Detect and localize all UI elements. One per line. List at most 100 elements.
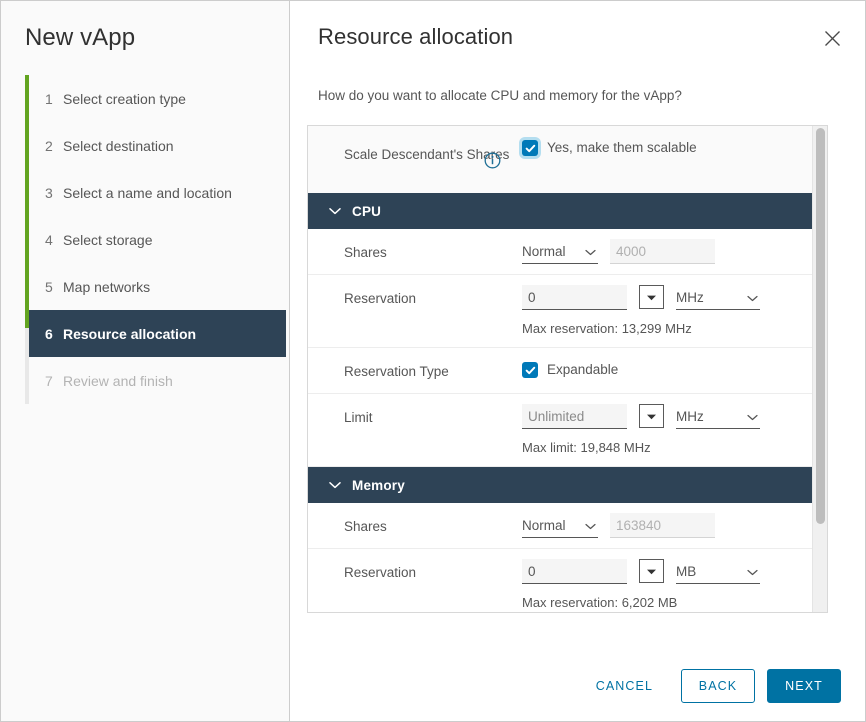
step-5-label: Map networks xyxy=(63,278,151,295)
cpu-reservation-input[interactable] xyxy=(522,285,627,310)
cpu-expandable-checkbox-label: Expandable xyxy=(547,362,619,377)
next-button[interactable]: NEXT xyxy=(767,669,841,703)
sidebar-step-6-resource-allocation[interactable]: 6 Resource allocation xyxy=(29,310,286,357)
back-button[interactable]: BACK xyxy=(681,669,755,703)
step-1-number: 1 xyxy=(45,90,53,107)
step-4-number: 4 xyxy=(45,231,53,248)
cpu-reservation-hint: Max reservation: 13,299 MHz xyxy=(522,321,692,336)
cpu-limit-hint: Max limit: 19,848 MHz xyxy=(522,440,651,455)
memory-shares-level-value: Normal xyxy=(522,517,566,533)
chevron-down-icon xyxy=(747,564,758,579)
form-scrollbar-thumb[interactable] xyxy=(816,128,825,524)
cpu-shares-field: Normal xyxy=(522,229,827,274)
row-memory-reservation: Reservation 0 MB Max reservation: 6,202 … xyxy=(308,549,827,612)
content-header: Resource allocation xyxy=(290,1,865,73)
cpu-shares-amount-input xyxy=(610,239,715,264)
wizard-steps: 1 Select creation type 2 Select destinat… xyxy=(1,75,289,404)
close-icon[interactable] xyxy=(819,25,845,51)
section-title-cpu: CPU xyxy=(352,203,382,219)
caret-down-icon xyxy=(646,407,657,425)
resource-allocation-card-wrap: Scale Descendant's Shares Yes, make them… xyxy=(307,125,837,613)
cpu-reservation-label: Reservation xyxy=(344,291,417,306)
sidebar-step-2[interactable]: 2 Select destination xyxy=(25,122,289,169)
cpu-limit-stepper[interactable] xyxy=(639,404,664,428)
sidebar-step-1[interactable]: 1 Select creation type xyxy=(25,75,289,122)
page-title: Resource allocation xyxy=(318,24,514,49)
sidebar-step-7: 7 Review and finish xyxy=(25,357,289,404)
row-cpu-reservation: Reservation 0 MHz Max reservation: 13,29… xyxy=(308,275,827,348)
chevron-down-icon xyxy=(747,409,758,424)
memory-reservation-input[interactable] xyxy=(522,559,627,584)
wizard-content: Resource allocation How do you want to a… xyxy=(290,1,865,721)
cpu-limit-label: Limit xyxy=(344,410,373,425)
wizard-sidebar: New vApp 1 Select creation type 2 Select… xyxy=(1,1,290,721)
step-3-number: 3 xyxy=(45,184,53,201)
memory-reservation-label: Reservation xyxy=(344,565,417,580)
step-1-label: Select creation type xyxy=(63,90,186,107)
row-scale-descendants-shares: Scale Descendant's Shares Yes, make them… xyxy=(308,126,827,193)
checkbox-checked-icon xyxy=(522,140,538,156)
cpu-expandable-checkbox[interactable]: Expandable xyxy=(522,361,827,379)
chevron-down-icon xyxy=(585,244,596,259)
memory-shares-label: Shares xyxy=(344,519,387,534)
step-2-label: Select destination xyxy=(63,137,174,154)
cpu-shares-level-select[interactable]: Normal xyxy=(522,239,598,264)
resource-allocation-card: Scale Descendant's Shares Yes, make them… xyxy=(307,125,828,613)
info-icon[interactable] xyxy=(484,152,501,169)
cpu-reservation-unit-value: MHz xyxy=(676,289,704,305)
section-title-memory: Memory xyxy=(352,477,405,493)
cpu-limit-unit-select[interactable]: MHz xyxy=(676,404,760,429)
memory-reservation-field: MB Max reservation: 6,202 MB xyxy=(522,549,827,612)
scale-descendants-shares-field: Yes, make them scalable xyxy=(522,126,827,167)
chevron-down-icon xyxy=(326,207,344,215)
cpu-limit-field: MHz Max limit: 19,848 MHz xyxy=(522,394,827,466)
memory-shares-level-select[interactable]: Normal xyxy=(522,513,598,538)
step-7-label: Review and finish xyxy=(63,372,173,389)
cpu-reservation-field: MHz Max reservation: 13,299 MHz xyxy=(522,275,827,347)
cpu-limit-input[interactable] xyxy=(522,404,627,429)
section-header-cpu[interactable]: CPU xyxy=(308,193,827,229)
caret-down-icon xyxy=(646,562,657,580)
wizard-footer: CANCEL BACK NEXT xyxy=(579,651,865,721)
step-6-label: Resource allocation xyxy=(63,325,197,342)
memory-shares-amount-input xyxy=(610,513,715,538)
caret-down-icon xyxy=(646,288,657,306)
memory-reservation-stepper[interactable] xyxy=(639,559,664,583)
memory-reservation-unit-value: MB xyxy=(676,563,697,579)
step-6-number: 6 xyxy=(45,325,53,342)
chevron-down-icon xyxy=(585,518,596,533)
row-cpu-reservation-type: Reservation Type Expandable xyxy=(308,348,827,394)
cancel-button[interactable]: CANCEL xyxy=(580,669,669,703)
chevron-down-icon xyxy=(747,290,758,305)
intro-text: How do you want to allocate CPU and memo… xyxy=(318,88,682,103)
scale-descendants-shares-checkbox-label: Yes, make them scalable xyxy=(547,140,697,155)
cpu-reservation-unit-select[interactable]: MHz xyxy=(676,285,760,310)
new-vapp-wizard: New vApp 1 Select creation type 2 Select… xyxy=(0,0,866,722)
wizard-title: New vApp xyxy=(25,24,136,51)
form-scrollbar-track[interactable] xyxy=(812,126,827,612)
cpu-limit-unit-value: MHz xyxy=(676,408,704,424)
row-memory-shares: Shares Normal xyxy=(308,503,827,549)
row-cpu-limit: Limit Unlimited MHz Max limit: 19,848 MH… xyxy=(308,394,827,467)
sidebar-step-4[interactable]: 4 Select storage xyxy=(25,216,289,263)
step-2-number: 2 xyxy=(45,137,53,154)
cpu-reservation-type-field: Expandable xyxy=(522,348,827,389)
step-4-label: Select storage xyxy=(63,231,153,248)
cpu-reservation-stepper[interactable] xyxy=(639,285,664,309)
step-5-number: 5 xyxy=(45,278,53,295)
memory-reservation-unit-select[interactable]: MB xyxy=(676,559,760,584)
checkbox-checked-icon xyxy=(522,362,538,378)
cpu-shares-label: Shares xyxy=(344,245,387,260)
step-3-label: Select a name and location xyxy=(63,184,232,201)
memory-reservation-hint: Max reservation: 6,202 MB xyxy=(522,595,678,610)
scale-descendants-shares-checkbox[interactable]: Yes, make them scalable xyxy=(522,139,827,157)
sidebar-step-5[interactable]: 5 Map networks xyxy=(25,263,289,310)
memory-shares-field: Normal xyxy=(522,503,827,548)
cpu-reservation-type-label: Reservation Type xyxy=(344,364,449,379)
cpu-shares-level-value: Normal xyxy=(522,243,566,259)
row-cpu-shares: Shares Normal xyxy=(308,229,827,275)
section-header-memory[interactable]: Memory xyxy=(308,467,827,503)
chevron-down-icon xyxy=(326,481,344,489)
resource-allocation-form: Scale Descendant's Shares Yes, make them… xyxy=(308,126,827,612)
sidebar-step-3[interactable]: 3 Select a name and location xyxy=(25,169,289,216)
